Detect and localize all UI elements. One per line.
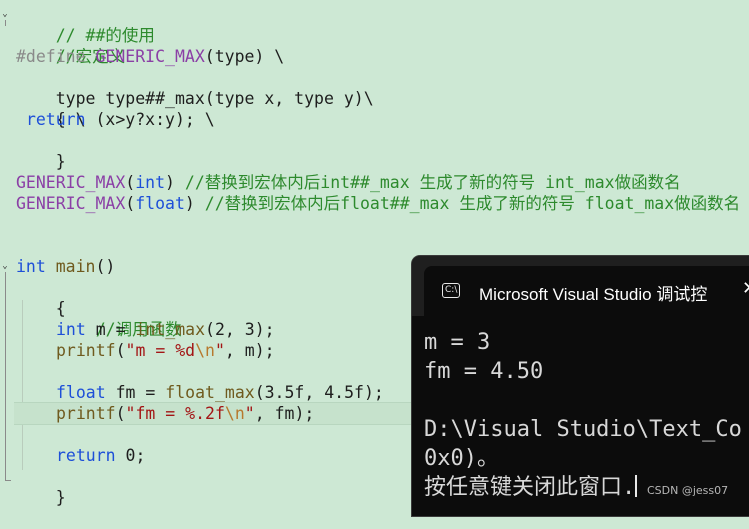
terminal-icon: C:\ bbox=[442, 283, 460, 298]
code-text: 0; bbox=[115, 446, 146, 465]
keyword: return bbox=[25, 110, 86, 129]
code-text: ) bbox=[165, 173, 185, 192]
code-text: } bbox=[55, 488, 66, 507]
console-titlebar[interactable]: C:\ Microsoft Visual Studio 调试控 ✕ bbox=[412, 256, 749, 316]
code-text: ( bbox=[125, 194, 136, 213]
console-prompt-text: 按任意键关闭此窗口. bbox=[424, 475, 636, 500]
keyword: return bbox=[56, 446, 116, 465]
comment-text: //替换到宏体内后int##_max 生成了新的符号 int_max做函数名 bbox=[184, 173, 681, 192]
string-literal: "fm = %.2f bbox=[125, 404, 225, 423]
code-text: (3.5f, 4.5f); bbox=[254, 383, 384, 402]
code-text: m = bbox=[85, 320, 136, 339]
code-line[interactable]: int main() bbox=[16, 256, 115, 277]
current-code-line[interactable]: printf("fm = %.2f\n", fm); bbox=[14, 402, 416, 425]
watermark: CSDN @jess07 bbox=[647, 484, 729, 497]
keyword: int bbox=[135, 173, 166, 192]
debug-console-window[interactable]: C:\ Microsoft Visual Studio 调试控 ✕ m = 3 … bbox=[412, 256, 749, 516]
fold-guide bbox=[5, 272, 6, 480]
console-output-line: D:\Visual Studio\Text_Co bbox=[424, 417, 742, 442]
code-text: () bbox=[95, 257, 116, 276]
code-line[interactable]: return (x>y?x:y); \ bbox=[16, 109, 215, 130]
code-line[interactable]: return 0; bbox=[56, 445, 145, 466]
function-name: main bbox=[45, 257, 96, 276]
escape-sequence: \n bbox=[224, 404, 245, 423]
console-output-line: 按任意键关闭此窗口. bbox=[424, 474, 638, 502]
macro-name: GENERIC_MAX bbox=[95, 47, 205, 66]
function-name: printf bbox=[56, 404, 116, 423]
code-text: , m); bbox=[224, 341, 275, 360]
code-text: (2, 3); bbox=[205, 320, 275, 339]
function-name: printf bbox=[56, 341, 116, 360]
macro-name: GENERIC_MAX bbox=[16, 173, 126, 192]
code-text: type type##_max(type x, type y)\ bbox=[55, 89, 374, 108]
fold-guide-end bbox=[5, 480, 11, 481]
editor-gutter bbox=[0, 0, 14, 505]
close-icon[interactable]: ✕ bbox=[742, 278, 749, 299]
string-literal: " bbox=[244, 404, 255, 423]
keyword: int bbox=[56, 320, 86, 339]
code-text: ( bbox=[125, 173, 136, 192]
macro-name: GENERIC_MAX bbox=[16, 194, 126, 213]
code-text: } bbox=[55, 152, 66, 171]
escape-sequence: \n bbox=[195, 341, 215, 360]
code-text: (x>y?x:y); \ bbox=[85, 110, 215, 129]
code-text: fm = bbox=[105, 383, 166, 402]
code-line[interactable]: int m = int_max(2, 3); bbox=[56, 319, 275, 340]
code-line[interactable]: float fm = float_max(3.5f, 4.5f); bbox=[56, 382, 384, 403]
code-text: (type) \ bbox=[204, 47, 285, 66]
code-text: ) bbox=[184, 194, 205, 213]
comment-text: //替换到宏体内后float##_max 生成了新的符号 float_max做函… bbox=[204, 194, 741, 213]
code-line[interactable]: { \ bbox=[16, 88, 86, 129]
keyword: float bbox=[56, 383, 106, 402]
string-literal: "m = %d bbox=[125, 341, 196, 360]
code-line[interactable]: // ##的使用 bbox=[16, 4, 155, 45]
keyword: float bbox=[135, 194, 185, 213]
string-literal: " bbox=[214, 341, 225, 360]
code-line[interactable]: printf("m = %d\n", m); bbox=[56, 340, 275, 361]
console-title: Microsoft Visual Studio 调试控 bbox=[479, 285, 708, 304]
console-output-line: m = 3 bbox=[424, 330, 491, 355]
code-text: ( bbox=[115, 341, 126, 360]
code-line[interactable]: } bbox=[16, 466, 66, 507]
code-line[interactable]: } bbox=[16, 130, 66, 171]
code-line[interactable]: GENERIC_MAX(float) //替换到宏体内后float##_max … bbox=[16, 193, 740, 214]
fold-guide bbox=[5, 20, 6, 26]
code-line[interactable]: GENERIC_MAX(int) //替换到宏体内后int##_max 生成了新… bbox=[16, 172, 681, 193]
code-line[interactable]: //调用函数 bbox=[56, 298, 182, 339]
console-output-line: 0x0)。 bbox=[424, 446, 499, 471]
fold-toggle-icon[interactable]: ⌄ bbox=[1, 262, 9, 271]
code-text: ( bbox=[115, 404, 126, 423]
code-line[interactable]: #define GENERIC_MAX(type) \ bbox=[16, 46, 284, 67]
text-cursor bbox=[635, 475, 638, 497]
console-output-line: fm = 4.50 bbox=[424, 359, 544, 384]
function-name: float_max bbox=[165, 383, 255, 402]
terminal-icon-glyph: C:\ bbox=[445, 285, 458, 295]
preprocessor-directive: #define bbox=[16, 47, 86, 66]
fold-toggle-icon[interactable]: ⌄ bbox=[1, 10, 9, 19]
keyword: int bbox=[16, 257, 46, 276]
code-text: , fm); bbox=[254, 404, 315, 423]
code-line[interactable]: type type##_max(type x, type y)\ bbox=[16, 67, 374, 108]
code-line[interactable]: { bbox=[16, 277, 66, 318]
function-name: int_max bbox=[135, 320, 206, 339]
code-line[interactable]: //宏定义 bbox=[16, 25, 125, 66]
